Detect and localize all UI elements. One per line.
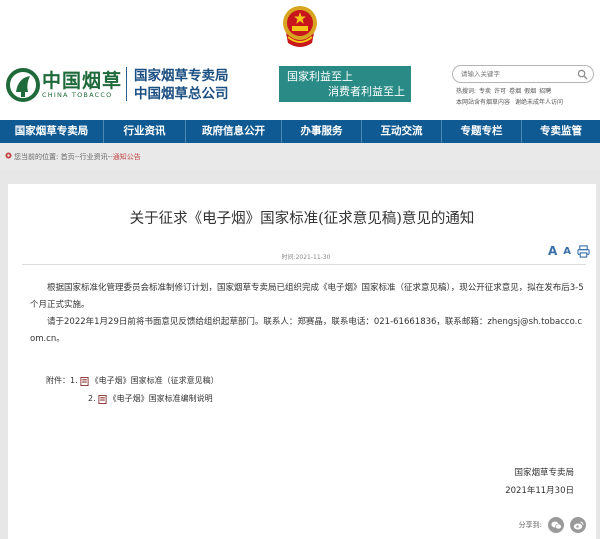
china-tobacco-logo-icon[interactable] [6,68,40,102]
slogan-line-2: 消费者利益至上 [328,85,405,98]
document-icon [80,376,89,386]
font-smaller-button[interactable]: A [563,246,571,257]
slogan-banner: 国家利益至上 消费者利益至上 [279,66,411,102]
nav-item-topics[interactable]: 专题专栏 [442,120,522,143]
hotword-link[interactable]: 卷烟 [509,88,521,95]
article-title: 关于征求《电子烟》国家标准(征求意见稿)意见的通知 [129,211,475,227]
article-panel: 关于征求《电子烟》国家标准(征求意见稿)意见的通知 时间:2021-11-30 … [8,184,596,539]
attachments-label: 附件： [46,376,70,385]
location-icon [5,152,12,159]
hotword-link[interactable]: 许可 [494,88,506,95]
nav-item-supervision[interactable]: 专卖监管 [522,120,600,143]
breadcrumb-home[interactable]: 首页 [61,153,75,161]
attachment-num: 2. [88,394,96,403]
font-larger-button[interactable]: A [548,244,557,258]
agency-line-2: 中国烟草总公司 [134,86,229,102]
weibo-icon [573,521,583,529]
search-input[interactable] [461,68,573,80]
signature: 国家烟草专卖局 2021年11月30日 [505,464,574,500]
share-wechat-button[interactable] [548,517,564,533]
attachment-row-1: 附件： 1. 《电子烟》国家标准（征求意见稿） [46,372,219,390]
search-icon[interactable] [577,69,588,80]
agency-name: 国家烟草专卖局 中国烟草总公司 [134,67,229,103]
time-label: 时间: [281,254,296,261]
logo-text-en: CHINA TOBACCO [42,91,113,99]
body-paragraph-2: 请于2022年1月29日前将书面意见反馈给组织起草部门。联系人：郑赛晶，联系电话… [30,317,582,344]
sign-org: 国家烟草专卖局 [514,468,574,478]
hotwords: 热搜词: 专卖 许可 卷烟 假烟 招聘 [456,86,554,95]
nav-item-services[interactable]: 办事服务 [282,120,362,143]
breadcrumb: 您当前的位置: 首页--行业资讯--通知公告 [0,143,600,169]
breadcrumb-current[interactable]: 通知公告 [113,153,141,161]
hotword-link[interactable]: 招聘 [539,88,551,95]
header-notices: 本网站含有烟草内容 谢绝未成年人访问 [456,97,568,106]
share-weibo-button[interactable] [570,517,586,533]
print-icon[interactable] [577,244,590,258]
share-bar: 分享到: [519,517,586,533]
notice-tobacco-content: 本网站含有烟草内容 [456,99,511,106]
logo-text-cn[interactable]: 中国烟草 [42,66,122,93]
article-body: 根据国家标准化管理委员会标准制修订计划，国家烟草专卖局已组织完成《电子烟》国家标… [30,280,585,348]
article-tools: A A [548,244,590,258]
breadcrumb-path: 您当前的位置: 首页--行业资讯--通知公告 [14,152,141,162]
breadcrumb-label: 您当前的位置: [14,153,59,161]
attachments: 附件： 1. 《电子烟》国家标准（征求意见稿） 2. 《电子烟》国家标准编制说明 [46,372,219,408]
agency-line-1: 国家烟草专卖局 [134,68,229,84]
logo-divider [126,67,127,101]
document-icon [98,394,107,404]
breadcrumb-section[interactable]: 行业资讯 [80,153,108,161]
notice-minors: 谢绝未成年人访问 [515,99,564,106]
attachment-link-2[interactable]: 《电子烟》国家标准编制说明 [109,390,213,408]
nav-item-gov-info[interactable]: 政府信息公开 [186,120,282,143]
share-label: 分享到: [518,521,542,529]
hotword-link[interactable]: 专卖 [479,88,491,95]
title-divider [22,264,586,265]
attachment-num: 1. [70,376,78,385]
article-time: 时间:2021-11-30 [8,252,600,261]
main-nav: 国家烟草专卖局 行业资讯 政府信息公开 办事服务 互动交流 专题专栏 专卖监管 [0,120,600,143]
hotword-link[interactable]: 假烟 [524,88,536,95]
site-header: 中国烟草 CHINA TOBACCO 国家烟草专卖局 中国烟草总公司 国家利益至… [0,0,600,120]
nav-item-tobacco-bureau[interactable]: 国家烟草专卖局 [0,120,104,143]
body-paragraph-1: 根据国家标准化管理委员会标准制修订计划，国家烟草专卖局已组织完成《电子烟》国家标… [30,283,584,310]
search-box [452,65,594,83]
sign-date: 2021年11月30日 [505,486,574,496]
hotwords-label: 热搜词: [456,88,477,95]
nav-item-interaction[interactable]: 互动交流 [362,120,442,143]
attachment-row-2: 2. 《电子烟》国家标准编制说明 [46,390,219,408]
slogan-line-1: 国家利益至上 [287,70,353,83]
nav-item-industry-news[interactable]: 行业资讯 [104,120,186,143]
time-value: 2021-11-30 [295,254,331,261]
national-emblem-icon [283,6,317,47]
wechat-icon [550,521,562,529]
attachment-link-1[interactable]: 《电子烟》国家标准（征求意见稿） [91,372,219,390]
